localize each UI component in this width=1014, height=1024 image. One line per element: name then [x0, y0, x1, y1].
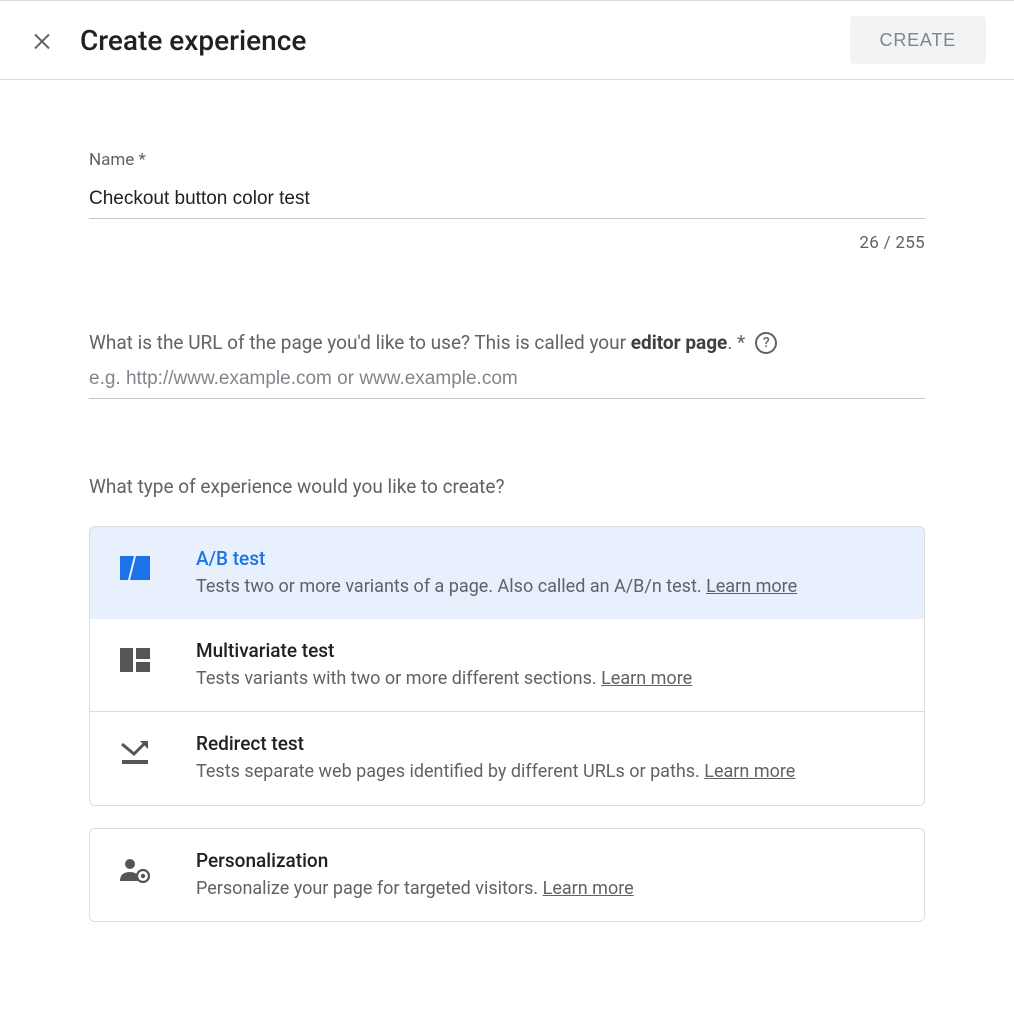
close-icon[interactable] — [28, 26, 56, 54]
url-input[interactable] — [89, 362, 925, 399]
option-title: A/B test — [196, 547, 900, 570]
option-desc: Tests separate web pages identified by d… — [196, 759, 900, 784]
name-field-group: Name * 26 / 255 — [89, 150, 925, 253]
name-input[interactable] — [89, 182, 925, 219]
page-title: Create experience — [80, 24, 826, 57]
type-options-group-2: Personalization Personalize your page fo… — [89, 828, 925, 922]
type-question: What type of experience would you like t… — [89, 475, 925, 498]
url-label: What is the URL of the page you'd like t… — [89, 331, 925, 354]
url-field-group: What is the URL of the page you'd like t… — [89, 331, 925, 399]
learn-more-link[interactable]: Learn more — [543, 878, 634, 899]
url-prompt-pre: What is the URL of the page you'd like t… — [89, 331, 631, 354]
help-icon[interactable]: ? — [755, 332, 777, 354]
learn-more-link[interactable]: Learn more — [601, 668, 692, 689]
option-personalization[interactable]: Personalization Personalize your page fo… — [90, 829, 924, 921]
option-title: Multivariate test — [196, 639, 900, 662]
type-section: What type of experience would you like t… — [89, 475, 925, 922]
learn-more-link[interactable]: Learn more — [704, 761, 795, 782]
multivariate-icon — [118, 643, 152, 677]
name-label: Name * — [89, 150, 925, 170]
redirect-icon — [118, 736, 152, 770]
name-char-counter: 26 / 255 — [89, 233, 925, 253]
content: Name * 26 / 255 What is the URL of the p… — [89, 80, 925, 922]
option-multivariate-test[interactable]: Multivariate test Tests variants with tw… — [90, 619, 924, 712]
ab-test-icon — [118, 551, 152, 585]
option-title: Redirect test — [196, 732, 900, 755]
option-desc: Tests two or more variants of a page. Al… — [196, 574, 900, 599]
personalization-icon — [118, 853, 152, 887]
top-bar: Create experience CREATE — [0, 0, 1014, 80]
option-title: Personalization — [196, 849, 900, 872]
option-desc: Personalize your page for targeted visit… — [196, 876, 900, 901]
option-desc: Tests variants with two or more differen… — [196, 666, 900, 691]
type-options-group: A/B test Tests two or more variants of a… — [89, 526, 925, 806]
option-redirect-test[interactable]: Redirect test Tests separate web pages i… — [90, 712, 924, 804]
learn-more-link[interactable]: Learn more — [706, 576, 797, 597]
url-prompt-post: . * — [727, 331, 745, 354]
url-prompt-strong: editor page — [631, 331, 728, 354]
option-ab-test[interactable]: A/B test Tests two or more variants of a… — [89, 526, 925, 620]
create-button[interactable]: CREATE — [850, 16, 986, 64]
